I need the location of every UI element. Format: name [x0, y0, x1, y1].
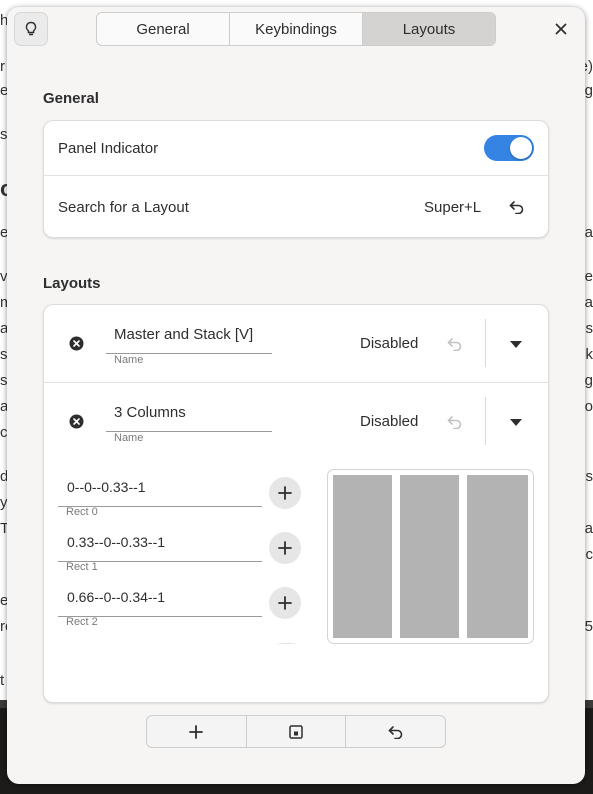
rect-caption: Rect 0 — [66, 506, 98, 518]
lightbulb-icon — [25, 21, 37, 36]
add-layout-button[interactable] — [147, 716, 247, 747]
save-layouts-button[interactable] — [247, 716, 347, 747]
bg-fragment: t — [0, 672, 5, 689]
chevron-down-icon — [510, 418, 522, 426]
reload-layouts-button[interactable] — [346, 716, 445, 747]
tab-label: Layouts — [402, 20, 456, 38]
bg-fragment: e — [584, 268, 593, 285]
rect-caption: Rect 1 — [66, 561, 98, 573]
layouts-card: Master and Stack [V] Name Disabled 3 Col… — [43, 304, 549, 703]
layout-preview — [327, 469, 534, 644]
reset-keybinding-button[interactable] — [443, 332, 467, 356]
undo-icon — [447, 416, 462, 429]
save-icon — [289, 724, 303, 739]
tab-label: General — [136, 20, 190, 38]
remove-icon — [69, 414, 83, 428]
chevron-down-icon — [510, 340, 522, 348]
expand-button[interactable] — [504, 332, 528, 356]
search-layout-row[interactable]: Search for a Layout Super+L — [44, 176, 548, 237]
general-section-title: General — [43, 90, 99, 107]
rect-input[interactable]: 0.33--0--0.33--1 — [58, 534, 262, 562]
scroll-hint — [277, 643, 297, 646]
remove-layout-button[interactable] — [68, 413, 84, 429]
preview-rect — [467, 475, 528, 638]
general-card: Panel Indicator Search for a Layout Supe… — [43, 120, 549, 238]
name-caption: Name — [114, 432, 144, 444]
layout-status: Disabled — [360, 413, 419, 430]
separator — [485, 397, 486, 445]
bg-fragment: 5 — [584, 618, 593, 635]
plus-icon — [278, 486, 292, 500]
add-rect-button[interactable] — [269, 532, 301, 564]
plus-icon — [189, 724, 204, 739]
bg-fragment: k — [585, 346, 593, 363]
panel-indicator-switch[interactable] — [484, 135, 534, 161]
undo-icon — [509, 201, 524, 214]
reset-keybinding-button[interactable] — [443, 410, 467, 434]
rect-input[interactable]: 0.66--0--0.34--1 — [58, 589, 262, 617]
tab-keybindings[interactable]: Keybindings — [230, 13, 363, 45]
close-button[interactable] — [544, 12, 578, 46]
tab-general[interactable]: General — [97, 13, 230, 45]
bg-fragment: a — [584, 520, 593, 537]
layout-status: Disabled — [360, 335, 419, 352]
rect-caption: Rect 2 — [66, 616, 98, 628]
search-layout-label: Search for a Layout — [58, 198, 189, 216]
add-rect-button[interactable] — [269, 587, 301, 619]
add-rect-button[interactable] — [269, 477, 301, 509]
tab-label: Keybindings — [255, 20, 337, 38]
row-divider — [44, 382, 548, 383]
expand-button[interactable] — [504, 410, 528, 434]
remove-layout-button[interactable] — [68, 335, 84, 351]
separator — [485, 319, 486, 367]
remove-icon — [69, 336, 83, 350]
undo-icon — [447, 338, 462, 351]
undo-icon — [388, 725, 402, 739]
close-icon — [555, 23, 567, 35]
preferences-dialog: General Keybindings Layouts General Pane… — [7, 7, 585, 784]
shortcut-label: Super+L — [424, 198, 482, 216]
layout-name-input[interactable]: Master and Stack [V] — [106, 326, 272, 354]
bg-fragment: r — [0, 58, 5, 75]
header-bar: General Keybindings Layouts — [7, 7, 585, 51]
panel-indicator-label: Panel Indicator — [58, 139, 159, 157]
plus-icon — [278, 541, 292, 555]
layouts-section-title: Layouts — [43, 275, 101, 292]
name-caption: Name — [114, 354, 144, 366]
panel-indicator-row: Panel Indicator — [44, 121, 548, 175]
plus-icon — [278, 596, 292, 610]
layout-actions-bar — [146, 715, 446, 748]
tab-layouts[interactable]: Layouts — [363, 13, 495, 45]
view-switcher: General Keybindings Layouts — [96, 12, 496, 46]
reset-shortcut-button[interactable] — [505, 195, 529, 219]
preview-rect — [400, 475, 459, 638]
bg-fragment: s — [585, 468, 593, 485]
tips-button[interactable] — [14, 12, 48, 46]
rect-input[interactable]: 0--0--0.33--1 — [58, 479, 262, 507]
layout-name-input[interactable]: 3 Columns — [106, 404, 272, 432]
preview-rect — [333, 475, 392, 638]
switch-knob — [510, 137, 532, 159]
